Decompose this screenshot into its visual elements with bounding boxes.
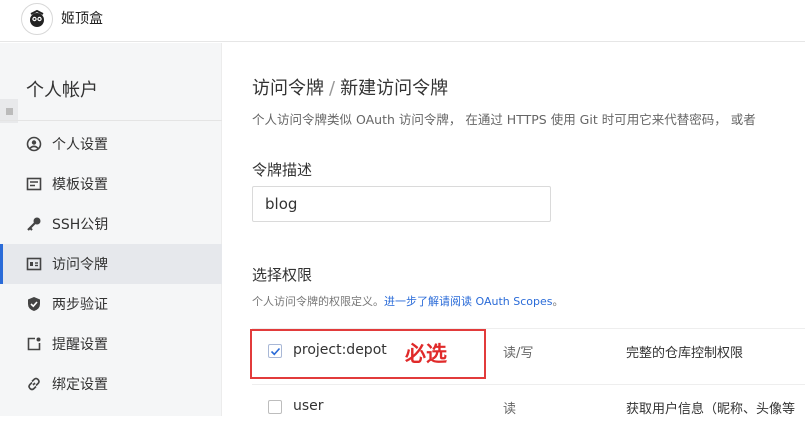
breadcrumb-separator: / <box>329 78 336 99</box>
sidebar-title: 个人帐户 <box>26 80 98 101</box>
scope-access: 读 <box>503 402 517 417</box>
sidebar-item-label: 提醒设置 <box>52 337 108 353</box>
template-icon <box>26 176 42 192</box>
sidebar-item-label: 绑定设置 <box>52 377 108 393</box>
sidebar-item-personal-settings[interactable]: 个人设置 <box>0 124 222 164</box>
top-bar: 姬顶盒 <box>0 0 805 42</box>
sidebar-item-label: 访问令牌 <box>52 257 108 273</box>
sidebar: 个人帐户 个人设置 模板设置 SSH公钥 访问令牌 两步验证 提醒设置 绑定设置 <box>0 43 222 416</box>
scope-section-title: 选择权限 <box>252 266 313 284</box>
token-description-label: 令牌描述 <box>252 161 313 179</box>
scope-access: 读/写 <box>503 346 534 361</box>
notification-icon <box>26 336 42 352</box>
scope-detail: 完整的仓库控制权限 <box>626 346 744 361</box>
sidebar-item-notification-settings[interactable]: 提醒设置 <box>0 324 222 364</box>
sidebar-item-label: 个人设置 <box>52 137 108 153</box>
scope-sub-suffix: 。 <box>552 295 564 308</box>
token-description-input[interactable] <box>252 186 551 222</box>
shield-check-icon <box>26 296 42 312</box>
juejin-logo-icon[interactable] <box>21 3 53 35</box>
oauth-scopes-link[interactable]: 进一步了解请阅读 OAuth Scopes <box>384 295 552 308</box>
sidebar-item-ssh-keys[interactable]: SSH公钥 <box>0 204 222 244</box>
site-name[interactable]: 姬顶盒 <box>61 8 103 28</box>
link-icon <box>26 376 42 392</box>
sidebar-item-label: 模板设置 <box>52 177 108 193</box>
scope-name: user <box>293 398 324 414</box>
token-icon <box>26 256 42 272</box>
scope-checkbox-user[interactable] <box>268 400 282 414</box>
breadcrumb-current: 新建访问令牌 <box>340 78 449 99</box>
scope-section-subtitle: 个人访问令牌的权限定义。进一步了解请阅读 OAuth Scopes。 <box>252 293 563 309</box>
sidebar-item-label: 两步验证 <box>52 297 108 313</box>
breadcrumb: 访问令牌 / 新建访问令牌 <box>252 74 448 100</box>
scope-detail: 获取用户信息（昵称、头像等 <box>626 402 796 417</box>
sidebar-item-label: SSH公钥 <box>52 217 109 233</box>
required-annotation-label: 必选 <box>405 342 447 366</box>
sidebar-item-template-settings[interactable]: 模板设置 <box>0 164 222 204</box>
page-description: 个人访问令牌类似 OAuth 访问令牌， 在通过 HTTPS 使用 Git 时可… <box>252 112 756 127</box>
breadcrumb-parent-link[interactable]: 访问令牌 <box>252 78 324 99</box>
scope-sub-text: 个人访问令牌的权限定义。 <box>252 295 384 308</box>
sidebar-item-binding-settings[interactable]: 绑定设置 <box>0 364 222 404</box>
sidebar-divider <box>0 120 222 121</box>
scope-row-user: user 读 获取用户信息（昵称、头像等 <box>252 384 805 428</box>
key-icon <box>26 216 42 232</box>
sidebar-item-two-step-verification[interactable]: 两步验证 <box>0 284 222 324</box>
user-circle-icon <box>26 136 42 152</box>
sidebar-item-access-tokens[interactable]: 访问令牌 <box>0 244 222 284</box>
required-annotation-box <box>250 329 486 379</box>
